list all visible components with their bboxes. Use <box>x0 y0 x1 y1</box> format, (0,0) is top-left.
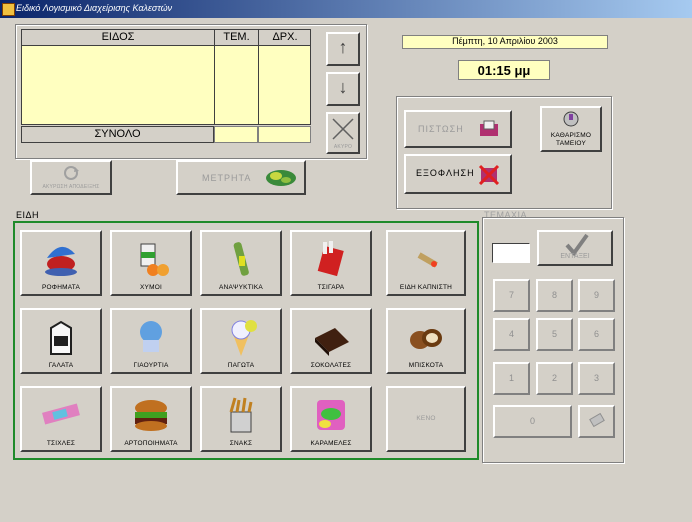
category-label: ΚΑΡΑΜΕΛΕΣ <box>310 440 352 447</box>
credit-button[interactable]: ΠΙΣΤΩΣΗ <box>404 110 512 148</box>
category-button-milk[interactable]: ΓΑΛΑΤΑ <box>20 308 102 374</box>
settle-label: ΕΞΟΦΛΗΣΗ <box>416 168 475 178</box>
category-label: ΜΠΙΣΚΟΤΑ <box>408 362 444 369</box>
cash-label: ΜΕΤΡΗΤΑ <box>202 173 252 183</box>
category-button-chocolate[interactable]: ΣΟΚΟΛΑΤΕΣ <box>290 308 372 374</box>
category-label: ΑΡΤΟΠΟΙΗΜΑΤΑ <box>124 440 178 447</box>
category-button-bakery[interactable]: ΑΡΤΟΠΟΙΗΜΑΤΑ <box>110 386 192 452</box>
app-icon <box>2 3 15 16</box>
category-button-smoker-items[interactable]: ΕΙΔΗ ΚΑΠΝΙΣΤΗ <box>386 230 466 296</box>
smoker-items-icon <box>404 238 448 280</box>
recycle-icon <box>64 166 79 180</box>
time-text: 01:15 μμ <box>477 63 531 78</box>
key-0[interactable]: 0 <box>493 405 572 438</box>
category-button-juice[interactable]: ΧΥΜΟΙ <box>110 230 192 296</box>
key-6[interactable]: 6 <box>578 318 615 351</box>
cigarettes-icon <box>309 238 353 280</box>
category-button-ice-cream[interactable]: ΠΑΓΩΤΑ <box>200 308 282 374</box>
credit-label: ΠΙΣΤΩΣΗ <box>418 124 464 134</box>
key-3[interactable]: 3 <box>578 362 615 395</box>
chocolate-icon <box>309 316 353 358</box>
gum-icon <box>39 394 83 436</box>
down-arrow-icon: ↓ <box>338 77 348 97</box>
scroll-down-button[interactable]: ↓ <box>326 72 360 106</box>
total-qty-field <box>214 126 258 143</box>
enter-button[interactable]: ΕΝΤΑΞΕΙ <box>537 230 613 266</box>
bakery-icon <box>129 394 173 436</box>
category-label: ΚΕΝΟ <box>416 415 436 422</box>
category-button-yogurt[interactable]: ΓΙΑΟΥΡΤΙΑ <box>110 308 192 374</box>
date-display: Πέμπτη, 10 Απριλίου 2003 <box>402 35 608 49</box>
ice-cream-icon <box>219 316 263 358</box>
eraser-icon <box>589 412 605 428</box>
order-table: ΕΙΔΟΣ ΤΕΜ. ΔΡΧ. <box>21 29 311 125</box>
category-button-cigarettes[interactable]: ΤΣΙΓΑΡΑ <box>290 230 372 296</box>
clean-register-label: ΚΑΘΑΡΙΣΜΟ ΤΑΜΕΙΟΥ <box>550 132 592 147</box>
category-button-gum[interactable]: ΤΣΙΧΛΕΣ <box>20 386 102 452</box>
cash-button[interactable]: ΜΕΤΡΗΤΑ <box>176 160 306 195</box>
clean-register-button[interactable]: ΚΑΘΑΡΙΣΜΟ ΤΑΜΕΙΟΥ <box>540 106 602 152</box>
enter-label: ΕΝΤΑΞΕΙ <box>560 253 590 260</box>
category-label: ΓΑΛΑΤΑ <box>48 362 74 369</box>
category-label: ΡΟΦΗΜΑΤΑ <box>42 284 80 291</box>
settle-x-icon <box>478 164 500 185</box>
quantity-input[interactable] <box>492 243 530 263</box>
category-button-hot-drinks[interactable]: ΡΟΦΗΜΑΤΑ <box>20 230 102 296</box>
cancel-receipt-label: ΑΚΥΡΩΣΗ ΑΠΟΔΕΙΞΗΣ <box>42 184 100 190</box>
window-title: Ειδικό Λογισμικό Διαχείρισης Καλεστών <box>16 3 173 13</box>
category-label: ΧΥΜΟΙ <box>140 284 162 291</box>
candy-icon <box>309 394 353 436</box>
category-label: ΕΙΔΗ ΚΑΠΝΙΣΤΗ <box>399 284 453 291</box>
cancel-item-button[interactable]: ΑΚΥΡΟ <box>326 112 360 154</box>
title-bar: Ειδικό Λογισμικό Διαχείρισης Καλεστών <box>0 0 692 18</box>
category-button-empty[interactable]: ΚΕΝΟ <box>386 386 466 452</box>
category-button-biscuits[interactable]: ΜΠΙΣΚΟΤΑ <box>386 308 466 374</box>
credit-card-icon <box>480 120 498 136</box>
category-button-candy[interactable]: ΚΑΡΑΜΕΛΕΣ <box>290 386 372 452</box>
key-5[interactable]: 5 <box>536 318 573 351</box>
scroll-up-button[interactable]: ↑ <box>326 32 360 66</box>
money-icon <box>266 170 296 186</box>
category-button-snacks[interactable]: ΣΝΑΚΣ <box>200 386 282 452</box>
key-1[interactable]: 1 <box>493 362 530 395</box>
key-9[interactable]: 9 <box>578 279 615 312</box>
key-8[interactable]: 8 <box>536 279 573 312</box>
category-label: ΠΑΓΩΤΑ <box>227 362 255 369</box>
categories-title: ΕΙΔΗ <box>16 210 40 220</box>
delete-button[interactable] <box>578 405 615 438</box>
total-label-cell: ΣΥΝΟΛΟ <box>21 126 214 143</box>
soft-drinks-icon <box>219 238 263 280</box>
broom-icon <box>563 111 579 127</box>
total-price-field <box>258 126 311 143</box>
category-label: ΣΟΚΟΛΑΤΕΣ <box>310 362 352 369</box>
key-4[interactable]: 4 <box>493 318 530 351</box>
milk-icon <box>39 316 83 358</box>
juice-icon <box>129 238 173 280</box>
category-label: ΑΝΑΨΥΚΤΙΚΑ <box>219 284 263 291</box>
key-7[interactable]: 7 <box>493 279 530 312</box>
cancel-receipt-button[interactable]: ΑΚΥΡΩΣΗ ΑΠΟΔΕΙΞΗΣ <box>30 160 112 195</box>
category-label: ΓΙΑΟΥΡΤΙΑ <box>133 362 169 369</box>
date-text: Πέμπτη, 10 Απριλίου 2003 <box>452 36 558 46</box>
yogurt-icon <box>129 316 173 358</box>
snacks-icon <box>219 394 263 436</box>
category-label: ΣΝΑΚΣ <box>229 440 253 447</box>
hot-drinks-icon <box>39 238 83 280</box>
time-display: 01:15 μμ <box>458 60 550 80</box>
cancel-item-label: ΑΚΥΡΟ <box>333 144 353 150</box>
category-label: ΤΣΙΧΛΕΣ <box>46 440 76 447</box>
category-label: ΤΣΙΓΑΡΑ <box>317 284 345 291</box>
category-button-soft-drinks[interactable]: ΑΝΑΨΥΚΤΙΚΑ <box>200 230 282 296</box>
col-header-item: ΕΙΔΟΣ <box>101 31 135 43</box>
settle-button[interactable]: ΕΞΟΦΛΗΣΗ <box>404 154 512 194</box>
up-arrow-icon: ↑ <box>338 37 348 57</box>
total-label: ΣΥΝΟΛΟ <box>94 128 141 140</box>
key-2[interactable]: 2 <box>536 362 573 395</box>
biscuits-icon <box>404 316 448 358</box>
col-header-qty: ΤΕΜ. <box>223 31 250 43</box>
cancel-x-icon <box>332 118 354 140</box>
col-header-price: ΔΡΧ. <box>272 31 298 43</box>
